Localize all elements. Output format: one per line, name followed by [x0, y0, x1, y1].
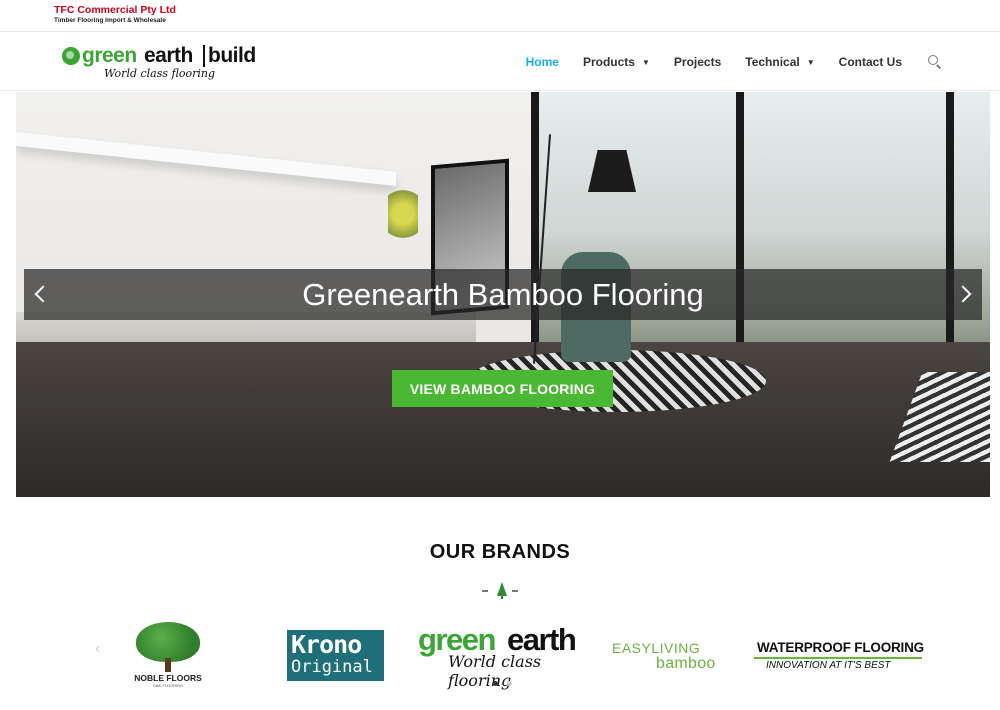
tree-icon: [136, 622, 200, 662]
brand-logo-greenearth[interactable]: green earth World class flooring: [418, 622, 590, 690]
brand-logo-waterproof-flooring[interactable]: WATERPROOF FLOORING INNOVATION AT IT'S B…: [754, 640, 924, 676]
carousel-prev-icon[interactable]: ‹: [95, 640, 105, 657]
waterproof-line2: INNOVATION AT IT'S BEST: [766, 660, 891, 671]
section-divider: [482, 582, 522, 599]
logo-slogan: World class flooring: [104, 67, 216, 80]
site-logo[interactable]: green earth build World class flooring: [62, 44, 262, 85]
chevron-down-icon: ▼: [806, 57, 815, 67]
divider-dash: [482, 590, 488, 592]
easyliving-line2: bamboo: [656, 655, 716, 672]
tree-icon: [497, 582, 507, 599]
globe-icon: [62, 47, 80, 65]
tree-trunk: [165, 658, 171, 672]
chevron-left-icon[interactable]: [30, 283, 52, 305]
nav-projects-label: Projects: [673, 55, 722, 69]
hero-image-frame: [946, 92, 954, 382]
carousel-dot[interactable]: [493, 681, 498, 686]
slide-caption: Greenearth Bamboo Flooring: [302, 276, 704, 312]
nav-technical[interactable]: Technical ▼: [745, 55, 814, 69]
chevron-down-icon: ▼: [641, 57, 650, 67]
top-bar: TFC Commercial Pty Ltd Timber Flooring I…: [0, 0, 1000, 32]
brands-heading: OUR BRANDS: [429, 541, 571, 563]
nav-projects[interactable]: Projects: [674, 55, 721, 69]
logo-word-earth: earth: [144, 44, 193, 67]
view-bamboo-flooring-button[interactable]: VIEW BAMBOO FLOORING: [392, 370, 613, 407]
nav-contact-us[interactable]: Contact Us: [839, 55, 902, 69]
company-name: TFC Commercial Pty Ltd: [54, 4, 176, 16]
carousel-dot[interactable]: [507, 681, 512, 686]
nav-technical-label: Technical: [745, 55, 800, 69]
nav-products-label: Products: [582, 55, 635, 69]
noble-floors-sub: OAK FLOORING: [152, 683, 184, 688]
brand-logo-noble-floors[interactable]: NOBLE FLOORS OAK FLOORING: [128, 622, 208, 688]
nav-contact-label: Contact Us: [838, 55, 902, 69]
divider-dash: [512, 590, 518, 592]
nav-products[interactable]: Products ▼: [583, 55, 650, 69]
company-tagline: Timber Flooring Import & Wholesale: [54, 17, 166, 24]
nav-home[interactable]: Home: [526, 55, 559, 69]
noble-floors-name: NOBLE FLOORS: [134, 673, 202, 683]
brand-logo-krono-original[interactable]: Krono Original: [287, 630, 384, 681]
waterproof-underline: [754, 657, 922, 659]
logo-separator: [203, 45, 205, 67]
hero-image-plant: [388, 184, 418, 244]
site-header: green earth build World class flooring H…: [0, 33, 1000, 91]
waterproof-line1: WATERPROOF FLOORING: [757, 640, 924, 655]
krono-line2: Original: [291, 657, 373, 677]
logo-word-green: green: [82, 44, 137, 67]
logo-word-build: build: [208, 44, 256, 67]
krono-line1: Krono: [291, 630, 362, 659]
main-nav: Home Products ▼ Projects Technical ▼ Conta…: [502, 33, 942, 91]
search-icon[interactable]: [928, 55, 942, 69]
easyliving-line1: EASYLIVING: [612, 640, 701, 656]
brand-logo-easyliving-bamboo[interactable]: EASYLIVING bamboo: [612, 640, 732, 674]
chevron-right-icon[interactable]: [954, 283, 976, 305]
carousel-pagination: [493, 681, 521, 686]
nav-home-label: Home: [525, 55, 559, 69]
